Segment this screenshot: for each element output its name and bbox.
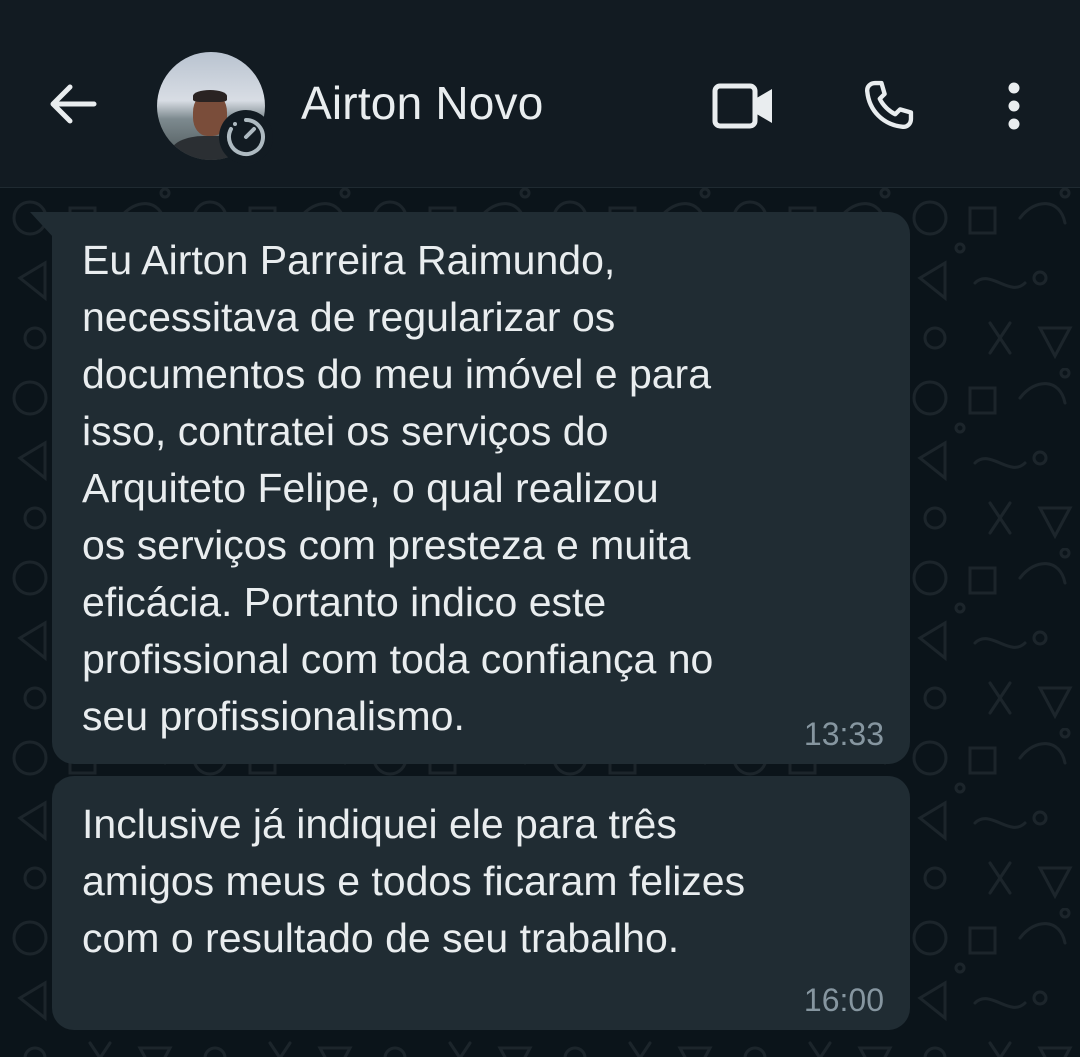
video-camera-icon (712, 83, 772, 129)
message-bubble[interactable]: Eu Airton Parreira Raimundo, necessitava… (52, 212, 910, 764)
message-timestamp: 13:33 (803, 716, 884, 752)
arrow-left-icon (50, 84, 97, 124)
video-call-button[interactable] (702, 70, 786, 142)
more-options-button[interactable] (988, 70, 1040, 142)
message-bubble[interactable]: Inclusive já indiquei ele para três amig… (52, 776, 910, 1030)
contact-name[interactable]: Airton Novo (301, 72, 544, 134)
back-button[interactable] (36, 68, 108, 140)
voice-call-button[interactable] (850, 70, 926, 142)
bubble-tail (30, 212, 54, 238)
message-text: Inclusive já indiquei ele para três amig… (82, 801, 746, 961)
status-timer-icon (227, 118, 265, 156)
more-vertical-icon (1008, 82, 1020, 130)
chat-header: Airton Novo (0, 0, 1080, 188)
message-timestamp: 16:00 (803, 982, 884, 1018)
chat-screen: Airton Novo Eu Airton Parreira Raimundo,… (0, 0, 1080, 1057)
message-list[interactable]: Eu Airton Parreira Raimundo, necessitava… (0, 188, 1080, 1057)
status-indicator (219, 110, 273, 164)
message-text: Eu Airton Parreira Raimundo, necessitava… (82, 237, 714, 739)
phone-icon (865, 80, 914, 129)
avatar-hair (193, 90, 227, 102)
